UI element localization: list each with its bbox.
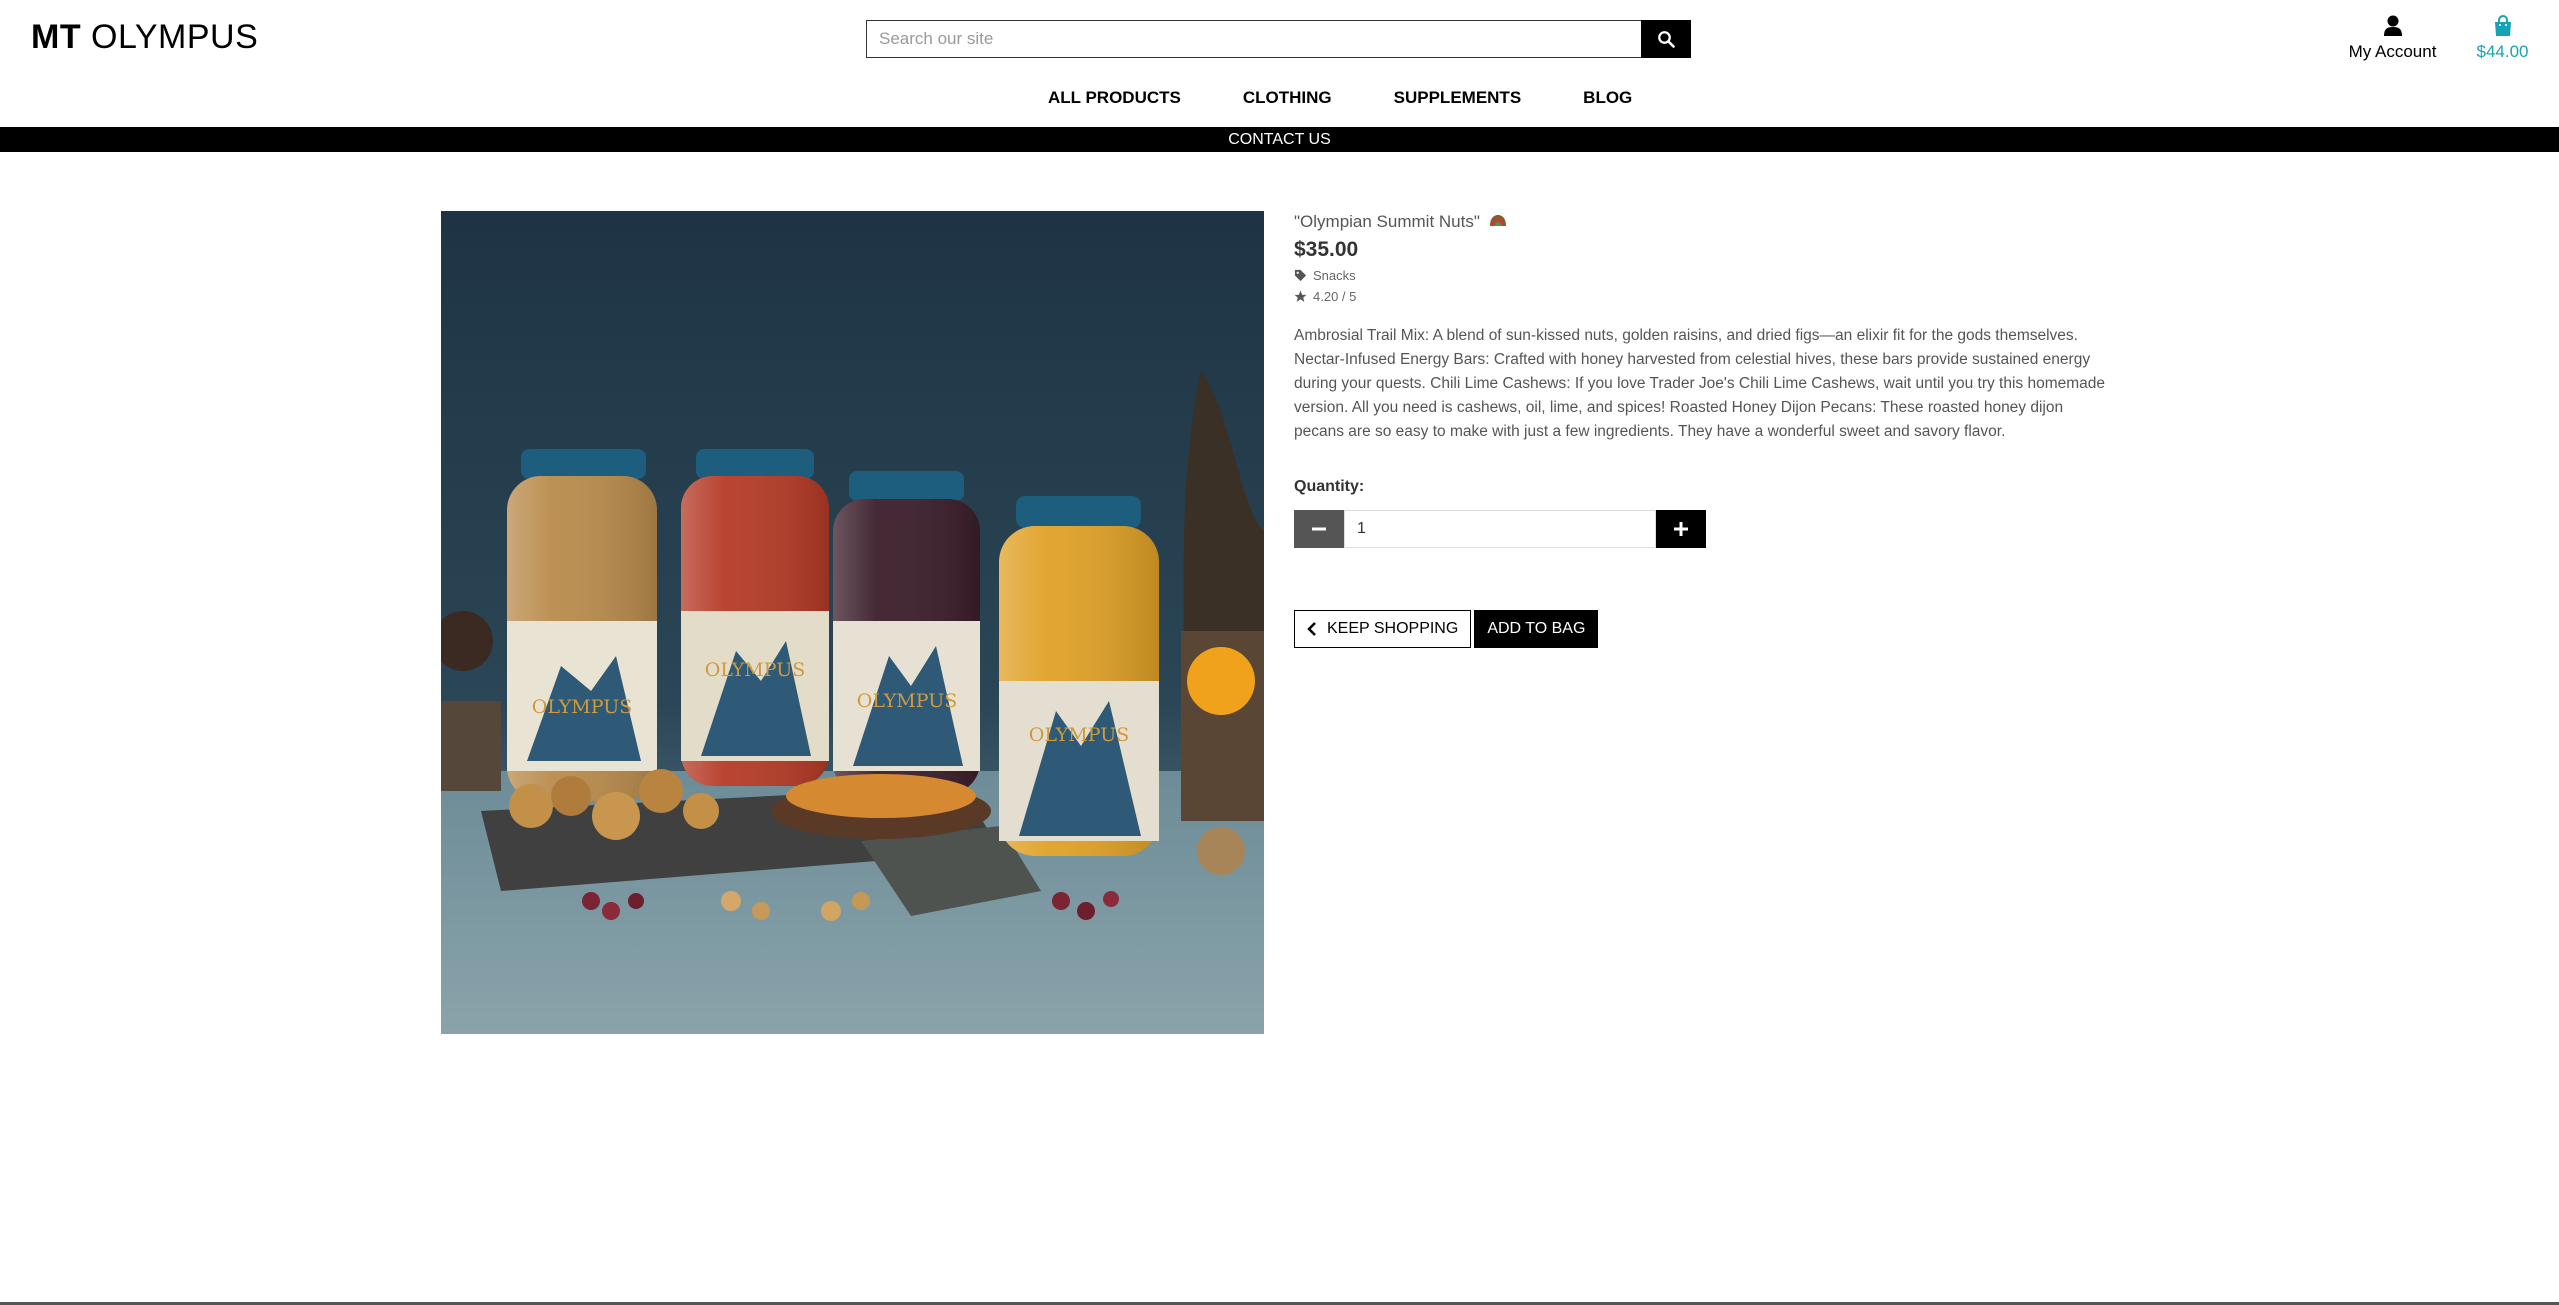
- category-label[interactable]: Snacks: [1313, 268, 1356, 283]
- chevron-left-icon: [1307, 622, 1316, 636]
- bag-total: $44.00: [2476, 42, 2529, 61]
- product-details: "Olympian Summit Nuts" $35.00 Snacks 4.2…: [1294, 212, 2109, 648]
- logo-bold-text: MT: [31, 18, 82, 56]
- product-price: $35.00: [1294, 238, 1359, 261]
- contact-bar[interactable]: CONTACT US: [0, 127, 2559, 152]
- keep-shopping-button[interactable]: KEEP SHOPPING: [1294, 610, 1472, 648]
- jar-label-text-3: OLYMPUS: [857, 690, 957, 712]
- contact-us-link[interactable]: CONTACT US: [1228, 131, 1331, 148]
- my-account-link[interactable]: My Account: [2340, 14, 2445, 62]
- add-to-bag-button[interactable]: ADD TO BAG: [1474, 610, 1599, 648]
- increment-quantity-button[interactable]: [1656, 510, 1706, 548]
- search-form: [866, 20, 1691, 58]
- my-account-label: My Account: [2348, 42, 2437, 61]
- nav-clothing[interactable]: CLOTHING: [1212, 88, 1363, 108]
- nav-blog[interactable]: BLOG: [1552, 88, 1663, 108]
- quantity-stepper: [1294, 510, 1706, 548]
- nav-all-products[interactable]: ALL PRODUCTS: [1017, 88, 1212, 108]
- product-name-text: "Olympian Summit Nuts": [1294, 212, 1480, 231]
- product-photo: OLYMPUS OLYMPUS OLYMPUS OLYMPUS: [441, 211, 1264, 1034]
- main-nav: ALL PRODUCTS CLOTHING SUPPLEMENTS BLOG: [1017, 88, 1663, 108]
- tag-icon: [1294, 269, 1307, 282]
- search-button[interactable]: [1641, 20, 1691, 58]
- shopping-bag-icon: [2494, 15, 2511, 36]
- jar-label-text-1: OLYMPUS: [532, 696, 632, 718]
- product-actions: KEEP SHOPPING ADD TO BAG: [1294, 610, 2109, 648]
- product-image: OLYMPUS OLYMPUS OLYMPUS OLYMPUS: [441, 211, 1264, 1034]
- quantity-label: Quantity:: [1294, 478, 1365, 495]
- nav-supplements[interactable]: SUPPLEMENTS: [1363, 88, 1553, 108]
- product-rating: 4.20 / 5: [1294, 289, 2109, 304]
- product-name: "Olympian Summit Nuts": [1294, 212, 2109, 232]
- site-logo[interactable]: MT OLYMPUS: [31, 18, 258, 57]
- jar-label-text-4: OLYMPUS: [1029, 724, 1129, 746]
- user-icon: [2383, 15, 2402, 36]
- rating-value: 4.20 / 5: [1313, 289, 1357, 304]
- product-description: Ambrosial Trail Mix: A blend of sun-kiss…: [1294, 327, 2106, 440]
- nuts-emoji-icon: [1489, 215, 1506, 226]
- search-icon: [1658, 31, 1675, 48]
- keep-shopping-label: KEEP SHOPPING: [1327, 620, 1459, 637]
- add-to-bag-label: ADD TO BAG: [1487, 620, 1586, 637]
- logo-regular-text: OLYMPUS: [91, 18, 259, 56]
- quantity-input[interactable]: [1344, 510, 1656, 548]
- plus-icon: [1674, 522, 1688, 536]
- minus-icon: [1312, 527, 1326, 531]
- decrement-quantity-button[interactable]: [1294, 510, 1344, 548]
- product-category[interactable]: Snacks: [1294, 268, 2109, 283]
- jar-label-text-2: OLYMPUS: [705, 659, 805, 681]
- shopping-bag-link[interactable]: $44.00: [2470, 14, 2535, 62]
- search-input[interactable]: [866, 20, 1641, 58]
- star-icon: [1294, 290, 1307, 302]
